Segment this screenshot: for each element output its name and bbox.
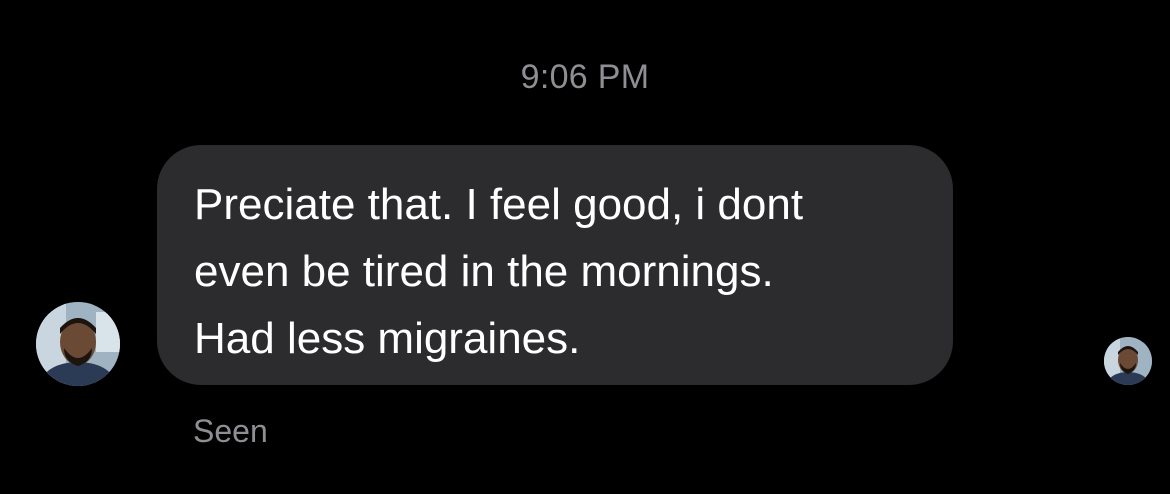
message-bubble[interactable]: Preciate that. I feel good, i dont even …	[157, 145, 953, 385]
seen-status: Seen	[193, 413, 268, 449]
message-text: Preciate that. I feel good, i dont even …	[194, 180, 804, 363]
sender-avatar[interactable]	[36, 302, 120, 386]
profile-photo-icon	[1104, 337, 1152, 385]
message-timestamp: 9:06 PM	[520, 58, 650, 96]
profile-photo-icon	[36, 302, 120, 386]
read-receipt-avatar	[1104, 337, 1152, 385]
